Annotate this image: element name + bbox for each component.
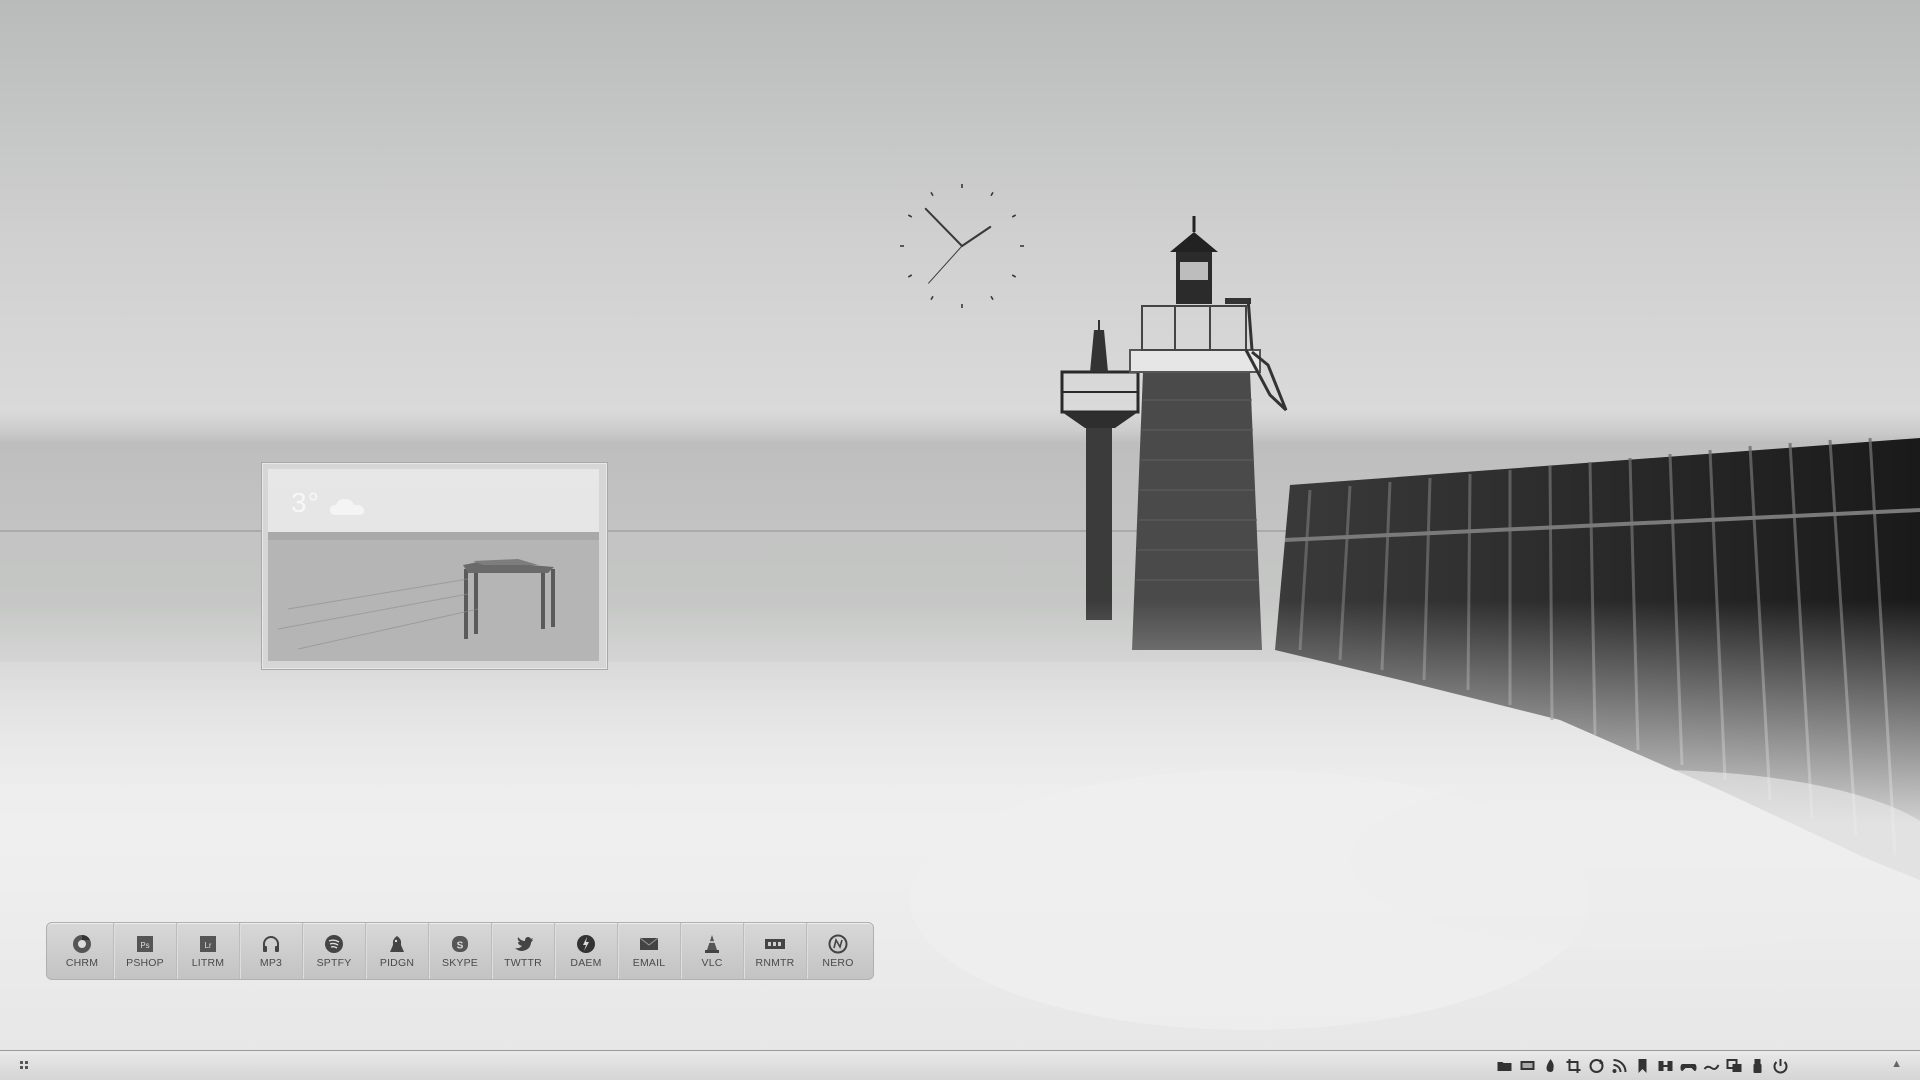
dock-item-label: TWTTR [504,957,542,969]
clock-tick [907,214,913,218]
dock-item-twitter[interactable]: TWTTR [492,923,555,979]
dock-item-email[interactable]: EMAIL [618,923,681,979]
vlc-cone-icon [705,935,719,953]
start-grip-icon[interactable] [20,1061,32,1071]
clock-tick [990,191,994,197]
chrome-icon [73,935,91,953]
svg-text:Lr: Lr [204,941,211,950]
dock-item-vlc[interactable]: VLC [681,923,744,979]
skype-icon: S [452,936,468,952]
dock-item-mp3[interactable]: MP3 [240,923,303,979]
clock-second-hand [928,245,963,284]
clock-hour-hand [960,225,992,248]
taskbar: ▲ [0,1050,1920,1080]
dock-item-label: VLC [701,957,723,969]
network-icon[interactable] [1656,1057,1675,1075]
clock-minute-hand [924,207,963,247]
window-icon[interactable] [1725,1057,1744,1075]
screen-icon[interactable] [1518,1057,1537,1075]
dock-item-label: SPTFY [316,957,352,969]
dock-item-lightroom[interactable]: Lr LITRM [177,923,240,979]
spotify-icon [325,935,343,953]
dock-item-chrome[interactable]: CHRM [51,923,114,979]
app-dock: CHRM Ps PSHOP Lr LITRM MP3 SPTFY PIDGN S… [46,922,874,980]
dock-item-skype[interactable]: S SKYPE [429,923,492,979]
analog-clock[interactable] [896,180,1028,312]
sync-icon[interactable] [1587,1057,1606,1075]
dock-item-pidgin[interactable]: PIDGN [366,923,429,979]
dock-item-label: PIDGN [379,957,415,969]
clock-tick [930,191,934,197]
dock-item-label: CHRM [65,957,99,969]
power-icon[interactable] [1771,1057,1790,1075]
headphones-icon [263,936,279,952]
lightroom-icon: Lr [200,936,216,952]
dock-item-label: DAEM [570,957,602,969]
dock-item-label: NERO [822,957,854,969]
nero-icon [828,934,848,954]
svg-text:Ps: Ps [140,941,149,950]
clock-tick [1011,214,1017,218]
dock-item-nero[interactable]: NERO [807,923,869,979]
daemon-tools-icon [577,935,595,953]
photoshop-icon: Ps [137,936,153,952]
envelope-icon [639,937,659,950]
dock-item-daemon[interactable]: DAEM [555,923,618,979]
twitter-icon [515,937,533,951]
pidgin-icon [390,936,404,952]
rss-icon[interactable] [1610,1057,1629,1075]
weather-photo: 3° [268,469,599,661]
dock-item-label: MP3 [259,957,283,969]
dock-item-rainmeter[interactable]: RNMTR [744,923,807,979]
caret-up-icon[interactable]: ▲ [1891,1058,1902,1070]
cloud-icon [330,499,365,515]
desktop: 3° CHRM Ps PSHOP Lr LITRM MP3 SPTFY PIDG… [0,0,1920,1080]
clock-tick [930,295,934,301]
dock-item-label: PSHOP [126,957,164,969]
crop-icon[interactable] [1564,1057,1583,1075]
dock-item-label: LITRM [191,957,225,969]
rainmeter-icon [765,939,785,949]
link-icon[interactable] [1702,1057,1721,1075]
dock-item-label: SKYPE [441,957,479,969]
folder-icon[interactable] [1495,1057,1514,1075]
bookmark-icon[interactable] [1633,1057,1652,1075]
weather-widget[interactable]: 3° [261,462,608,670]
svg-text:S: S [457,941,464,952]
usb-icon[interactable] [1748,1057,1767,1075]
clock-tick [907,274,913,278]
fire-icon[interactable] [1541,1057,1560,1075]
system-tray [1495,1057,1790,1075]
clock-tick [1011,274,1017,278]
weather-temperature: 3° [291,487,320,518]
dock-item-photoshop[interactable]: Ps PSHOP [114,923,177,979]
gamepad-icon[interactable] [1679,1057,1698,1075]
clock-tick [990,295,994,301]
dock-item-label: EMAIL [632,957,666,969]
dock-item-spotify[interactable]: SPTFY [303,923,366,979]
dock-item-label: RNMTR [755,957,795,969]
